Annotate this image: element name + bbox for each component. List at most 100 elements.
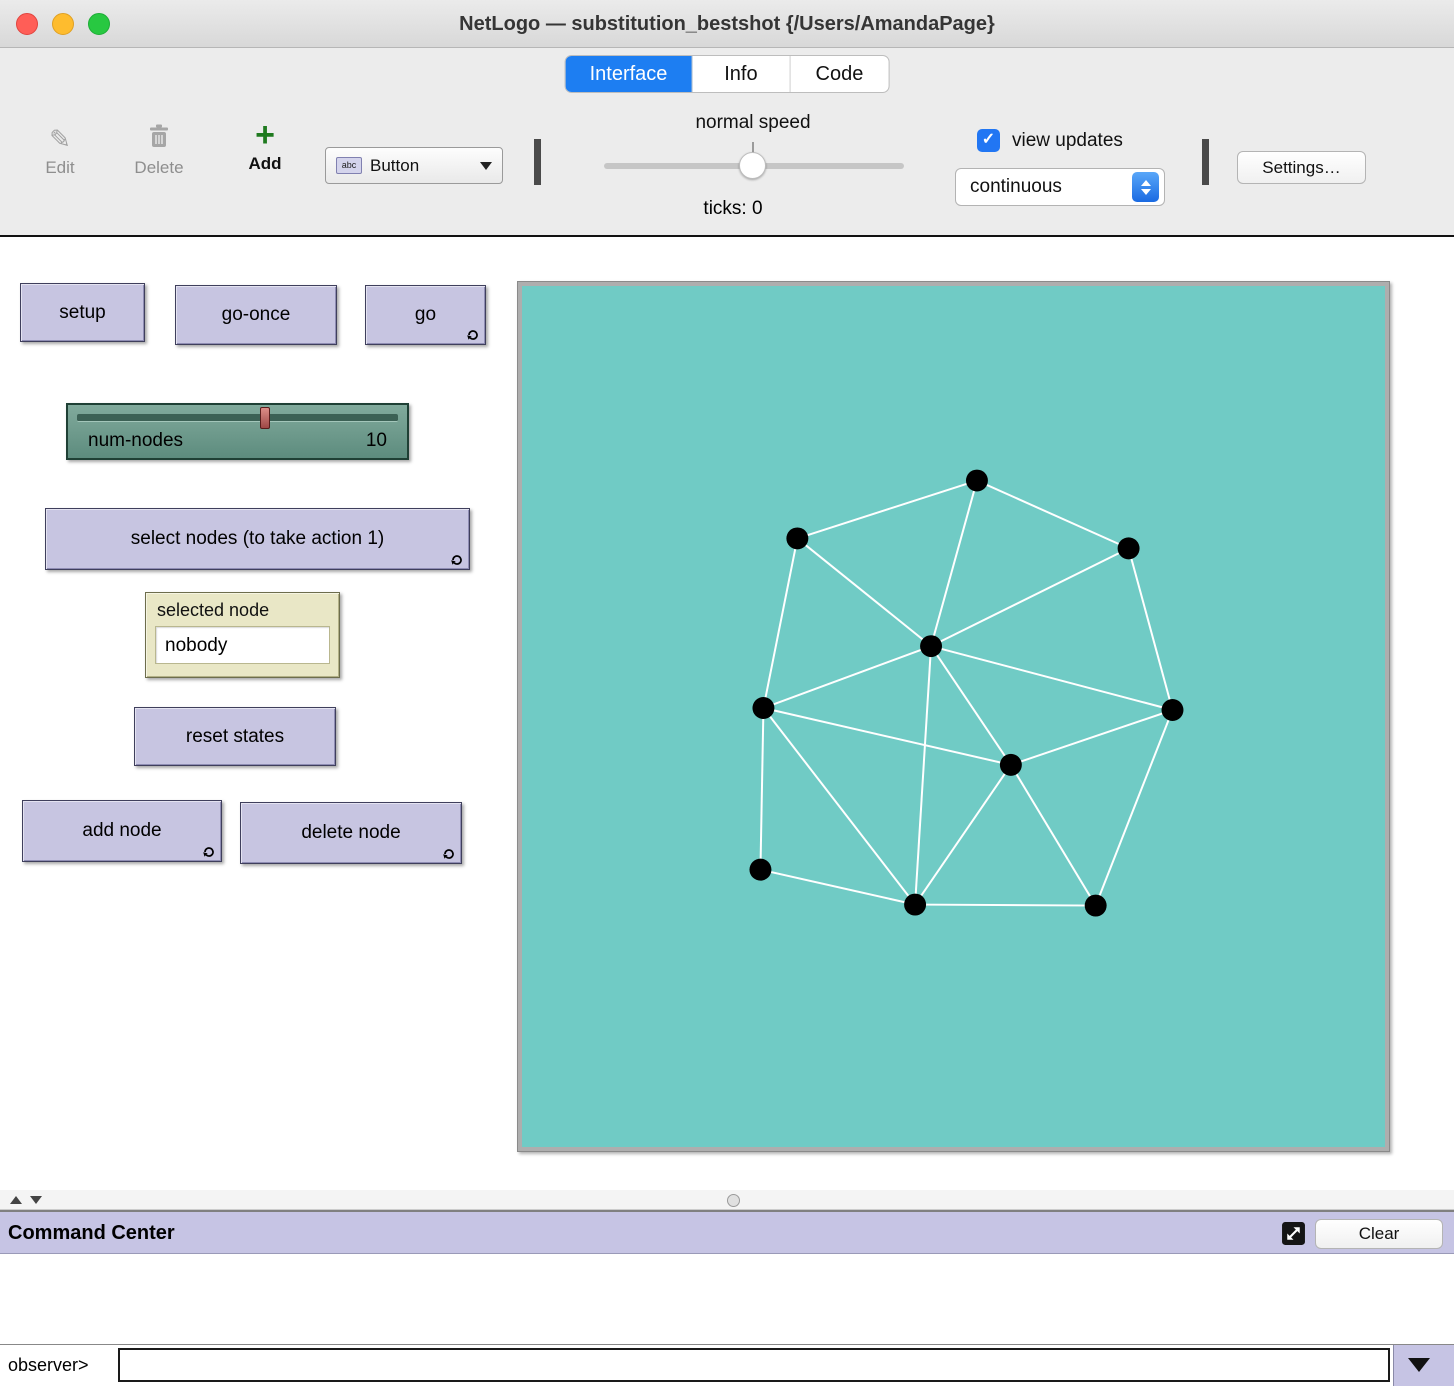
reset-states-label: reset states bbox=[186, 726, 284, 748]
world-view-frame bbox=[517, 281, 1390, 1152]
tab-info[interactable]: Info bbox=[692, 56, 790, 92]
network-node[interactable] bbox=[966, 470, 988, 492]
toolbar-separator bbox=[534, 139, 541, 185]
network-node[interactable] bbox=[786, 527, 808, 549]
tab-bar: Interface Info Code bbox=[565, 55, 890, 93]
title-bar: NetLogo — substitution_bestshot {/Users/… bbox=[0, 0, 1454, 48]
network-node[interactable] bbox=[749, 859, 771, 881]
slider-groove bbox=[77, 414, 398, 422]
chevron-down-icon bbox=[480, 162, 492, 170]
update-mode-value: continuous bbox=[970, 176, 1132, 198]
go-once-button[interactable]: go-once bbox=[175, 285, 337, 345]
network-node[interactable] bbox=[920, 635, 942, 657]
forever-icon bbox=[442, 845, 456, 859]
network-node[interactable] bbox=[904, 894, 926, 916]
splitter-up-icon[interactable] bbox=[10, 1196, 22, 1204]
world-view[interactable] bbox=[522, 286, 1385, 1147]
delete-button[interactable]: Delete bbox=[122, 124, 196, 178]
delete-node-label: delete node bbox=[301, 822, 400, 844]
network-edge bbox=[797, 481, 977, 539]
tab-interface[interactable]: Interface bbox=[566, 56, 693, 92]
forever-icon bbox=[202, 843, 216, 857]
view-updates-checkbox[interactable]: ✓ bbox=[977, 129, 1000, 152]
toolbar-separator bbox=[1202, 139, 1209, 185]
network-node[interactable] bbox=[1162, 699, 1184, 721]
delete-label: Delete bbox=[122, 158, 196, 178]
command-center-title: Command Center bbox=[8, 1212, 175, 1254]
forever-icon bbox=[450, 551, 464, 565]
network-node[interactable] bbox=[1118, 537, 1140, 559]
observer-prompt: observer> bbox=[8, 1345, 89, 1386]
splitter-down-icon[interactable] bbox=[30, 1196, 42, 1204]
add-label: Add bbox=[233, 154, 297, 174]
command-center-header: Command Center Clear bbox=[0, 1210, 1454, 1254]
network-edge bbox=[1011, 765, 1096, 906]
splitter-handle-icon[interactable] bbox=[727, 1194, 740, 1207]
setup-button[interactable]: setup bbox=[20, 283, 145, 342]
settings-button[interactable]: Settings… bbox=[1237, 151, 1366, 184]
reset-states-button[interactable]: reset states bbox=[134, 707, 336, 766]
trash-icon bbox=[122, 124, 196, 154]
widget-button-icon: abc bbox=[336, 157, 362, 174]
history-dropdown[interactable] bbox=[1393, 1345, 1454, 1386]
clear-button[interactable]: Clear bbox=[1315, 1219, 1443, 1249]
network-edge bbox=[915, 905, 1096, 906]
chevron-up-icon bbox=[1141, 180, 1151, 186]
network-edge bbox=[931, 481, 977, 647]
go-button[interactable]: go bbox=[365, 285, 486, 345]
view-updates-label: view updates bbox=[1012, 130, 1123, 152]
network-edge bbox=[797, 538, 931, 646]
speed-slider-label: normal speed bbox=[653, 112, 853, 134]
add-node-button[interactable]: add node bbox=[22, 800, 222, 862]
network-edge bbox=[763, 646, 931, 708]
network-edge bbox=[915, 646, 931, 904]
network-edge bbox=[931, 548, 1129, 646]
netlogo-window: NetLogo — substitution_bestshot {/Users/… bbox=[0, 0, 1454, 1386]
go-label: go bbox=[415, 304, 436, 326]
command-output-area[interactable] bbox=[0, 1254, 1454, 1345]
network-node[interactable] bbox=[1085, 895, 1107, 917]
widget-type-value: Button bbox=[370, 156, 472, 176]
network-edge bbox=[763, 538, 797, 708]
stepper-icon bbox=[1132, 172, 1159, 202]
forever-icon bbox=[466, 326, 480, 340]
network-edge bbox=[1129, 548, 1173, 710]
monitor-label: selected node bbox=[157, 600, 269, 621]
tab-code[interactable]: Code bbox=[790, 56, 888, 92]
edit-button[interactable]: ✎ Edit bbox=[28, 124, 92, 178]
command-input-row: observer> bbox=[0, 1345, 1454, 1386]
add-button[interactable]: + Add bbox=[233, 120, 297, 174]
num-nodes-slider[interactable]: num-nodes 10 bbox=[66, 403, 409, 460]
network-edge bbox=[1011, 710, 1173, 765]
add-node-label: add node bbox=[82, 820, 161, 842]
network-node[interactable] bbox=[1000, 754, 1022, 776]
window-title: NetLogo — substitution_bestshot {/Users/… bbox=[0, 0, 1454, 48]
selected-node-monitor: selected node nobody bbox=[145, 592, 340, 678]
pencil-icon: ✎ bbox=[28, 124, 92, 154]
speed-slider-thumb[interactable] bbox=[739, 152, 766, 179]
toolbar-area: Interface Info Code ✎ Edit Delete + Add … bbox=[0, 48, 1454, 235]
command-input[interactable] bbox=[118, 1348, 1390, 1382]
slider-value: 10 bbox=[366, 430, 387, 452]
network-node[interactable] bbox=[752, 697, 774, 719]
go-once-label: go-once bbox=[222, 304, 291, 326]
widget-type-dropdown[interactable]: abc Button bbox=[325, 147, 503, 184]
setup-label: setup bbox=[59, 302, 105, 324]
expand-icon[interactable] bbox=[1281, 1221, 1306, 1246]
network-edge bbox=[977, 481, 1129, 549]
delete-node-button[interactable]: delete node bbox=[240, 802, 462, 864]
check-icon: ✓ bbox=[982, 131, 995, 148]
select-nodes-label: select nodes (to take action 1) bbox=[131, 528, 384, 550]
plus-icon: + bbox=[233, 120, 297, 150]
ticks-label: ticks: bbox=[703, 198, 746, 219]
update-mode-dropdown[interactable]: continuous bbox=[955, 168, 1165, 206]
monitor-value-box: nobody bbox=[155, 626, 330, 664]
monitor-value: nobody bbox=[165, 627, 227, 665]
slider-handle[interactable] bbox=[260, 407, 270, 429]
chevron-down-icon bbox=[1141, 189, 1151, 195]
select-nodes-button[interactable]: select nodes (to take action 1) bbox=[45, 508, 470, 570]
splitter-bar[interactable] bbox=[0, 1190, 1454, 1210]
slider-name: num-nodes bbox=[88, 430, 183, 452]
network-edge bbox=[915, 765, 1011, 905]
edit-label: Edit bbox=[28, 158, 92, 178]
